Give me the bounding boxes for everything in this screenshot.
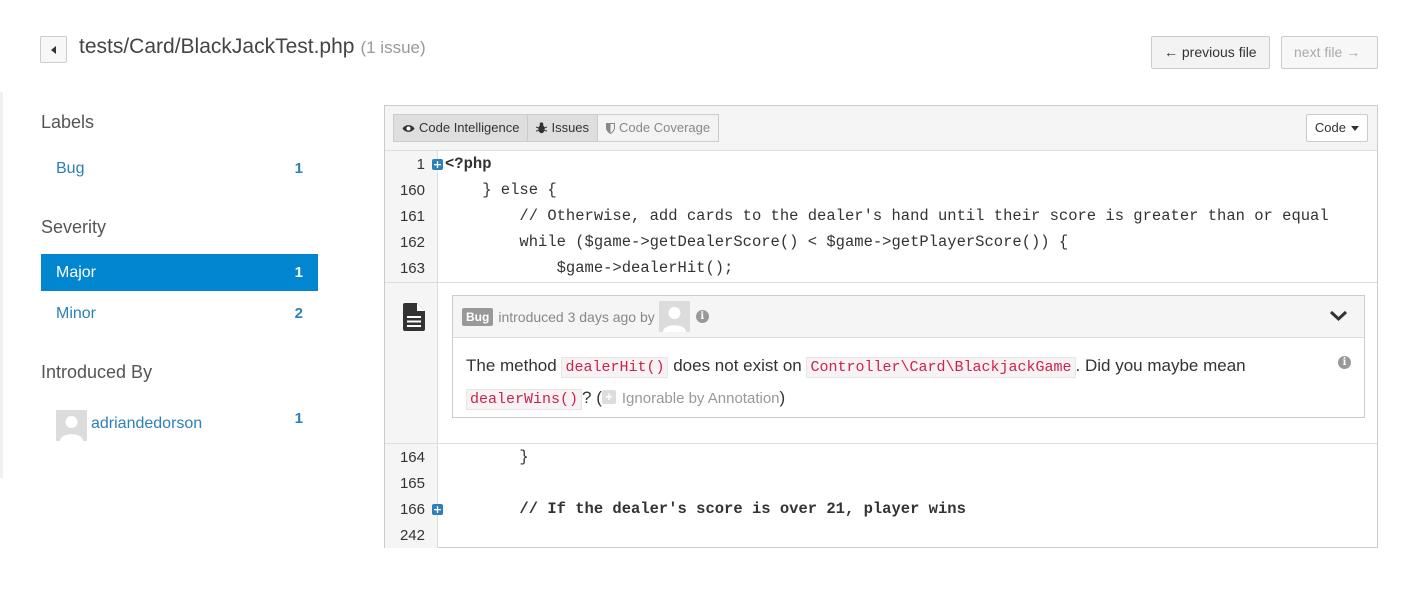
line-number[interactable]: 164 bbox=[385, 449, 425, 466]
back-button[interactable] bbox=[40, 36, 67, 63]
view-select-dropdown[interactable]: Code bbox=[1305, 114, 1368, 142]
code-text: } bbox=[445, 448, 529, 466]
author-name: adriandedorson bbox=[91, 415, 203, 432]
code-block-bottom: 164 } 165 166 + // If the dealer's score is… bbox=[385, 444, 1377, 548]
label-filter-bug[interactable]: Bug 1 bbox=[41, 150, 318, 187]
code-text: } else { bbox=[445, 181, 557, 199]
issue-region: Bug introduced 3 days ago by i The metho… bbox=[385, 282, 1377, 444]
info-icon[interactable]: i bbox=[695, 310, 709, 323]
line-number[interactable]: 161 bbox=[385, 208, 425, 225]
line-number[interactable]: 160 bbox=[385, 182, 425, 199]
code-line: 165 bbox=[385, 470, 1377, 496]
severity-count: 2 bbox=[294, 305, 303, 322]
code-snippet: dealerWins() bbox=[466, 389, 583, 410]
author-count: 1 bbox=[294, 410, 303, 427]
issue-meta: introduced 3 days ago by bbox=[498, 308, 655, 325]
severity-filter-minor[interactable]: Minor 2 bbox=[41, 295, 318, 332]
severity-filter-major[interactable]: Major 1 bbox=[41, 254, 318, 291]
code-text: while ($game->getDealerScore() < $game->… bbox=[445, 233, 1069, 251]
code-line: 242 bbox=[385, 522, 1377, 548]
code-toolbar: Code Intelligence Issues Code Coverage C… bbox=[385, 106, 1377, 151]
expand-icon[interactable]: + bbox=[432, 158, 443, 170]
code-line: 166 + // If the dealer's score is over 21… bbox=[385, 496, 1377, 522]
left-edge-divider bbox=[0, 92, 3, 478]
code-text: $game->dealerHit(); bbox=[445, 259, 734, 277]
label-name: Bug bbox=[56, 159, 85, 177]
severity-heading: Severity bbox=[41, 217, 107, 237]
code-line: 1 + <?php bbox=[385, 151, 1377, 177]
annotation-link[interactable]: Ignorable by Annotation bbox=[622, 390, 780, 407]
shield-icon bbox=[606, 122, 616, 134]
caret-down-icon bbox=[1351, 125, 1359, 131]
issue-message: The method dealerHit() does not exist on… bbox=[466, 356, 1246, 410]
code-line: 162 while ($game->getDealerScore() < $ga… bbox=[385, 229, 1377, 255]
severity-name: Minor bbox=[56, 304, 97, 322]
page-title: tests/Card/BlackJackTest.php (1 issue) bbox=[79, 35, 426, 59]
code-coverage-tab[interactable]: Code Coverage bbox=[597, 114, 720, 142]
expand-icon[interactable]: + bbox=[432, 503, 443, 515]
severity-name: Major bbox=[56, 263, 97, 281]
gutter-spacer bbox=[432, 185, 443, 196]
previous-file-button[interactable]: ← previous file bbox=[1151, 36, 1270, 69]
code-snippet: Controller\Card\BlackjackGame bbox=[806, 357, 1076, 378]
issue-header[interactable]: Bug introduced 3 days ago by i bbox=[453, 296, 1364, 338]
caret-left-icon bbox=[51, 45, 56, 54]
chevron-down-icon[interactable] bbox=[1329, 310, 1348, 322]
avatar bbox=[658, 301, 690, 332]
labels-heading: Labels bbox=[41, 112, 95, 132]
code-line: 163 $game->dealerHit(); bbox=[385, 255, 1377, 281]
code-intelligence-tab[interactable]: Code Intelligence bbox=[393, 114, 529, 142]
issues-tab[interactable]: Issues bbox=[527, 114, 599, 142]
view-select-label: Code bbox=[1314, 120, 1346, 135]
line-number[interactable]: 163 bbox=[385, 260, 425, 277]
gutter-spacer bbox=[432, 530, 443, 541]
avatar bbox=[56, 410, 87, 441]
gutter-spacer bbox=[432, 237, 443, 248]
line-number[interactable]: 165 bbox=[385, 475, 425, 492]
code-intelligence-label: Code Intelligence bbox=[419, 120, 520, 135]
line-number[interactable]: 162 bbox=[385, 234, 425, 251]
bug-icon bbox=[536, 122, 548, 134]
code-line: 161 // Otherwise, add cards to the deale… bbox=[385, 203, 1377, 229]
gutter-spacer bbox=[432, 211, 443, 222]
info-icon[interactable]: i bbox=[1338, 356, 1351, 369]
code-text: // If the dealer's score is over 21, pla… bbox=[445, 500, 966, 518]
severity-count: 1 bbox=[294, 264, 303, 281]
author-filter-adriandedorson[interactable]: adriandedorson 1 bbox=[41, 405, 318, 445]
line-number[interactable]: 1 bbox=[385, 156, 425, 173]
code-coverage-label: Code Coverage bbox=[619, 120, 711, 135]
view-toggle-group: Code Intelligence Issues Code Coverage bbox=[393, 114, 720, 142]
next-file-button[interactable]: next file → bbox=[1281, 36, 1378, 69]
issue-label-badge: Bug bbox=[462, 307, 494, 326]
issue-count: (1 issue) bbox=[360, 38, 426, 57]
issues-label: Issues bbox=[551, 120, 590, 135]
code-line: 164 } bbox=[385, 444, 1377, 470]
code-text: // Otherwise, add cards to the dealer's … bbox=[445, 207, 1329, 225]
issue-card: Bug introduced 3 days ago by i The metho… bbox=[452, 295, 1365, 418]
line-number[interactable]: 166 bbox=[385, 501, 425, 518]
code-panel: Code Intelligence Issues Code Coverage C… bbox=[384, 105, 1378, 548]
gutter-spacer bbox=[432, 478, 443, 489]
file-text-icon bbox=[403, 303, 425, 331]
gutter-spacer bbox=[432, 263, 443, 274]
line-number[interactable]: 242 bbox=[385, 527, 425, 544]
code-block-top: 1 + <?php 160 } else {161 // Otherwise, add… bbox=[385, 151, 1377, 282]
code-line: 160 } else { bbox=[385, 177, 1377, 203]
gutter-spacer bbox=[432, 452, 443, 463]
introduced-by-heading: Introduced By bbox=[41, 362, 153, 382]
code-text: <?php bbox=[445, 155, 492, 173]
eye-icon bbox=[402, 124, 415, 132]
plus-icon: + bbox=[601, 390, 616, 405]
file-path: tests/Card/BlackJackTest.php bbox=[79, 35, 355, 58]
label-count: 1 bbox=[294, 160, 303, 177]
code-snippet: dealerHit() bbox=[561, 357, 669, 378]
